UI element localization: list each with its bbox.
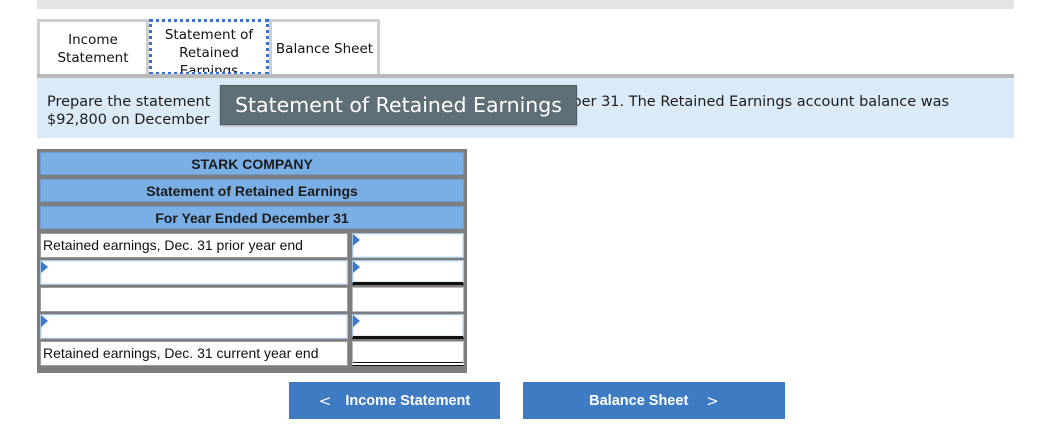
tab-balance-sheet-label: Balance Sheet — [275, 40, 374, 57]
dropdown-marker-icon — [353, 234, 360, 246]
table-row: Retained earnings, Dec. 31 current year … — [40, 341, 464, 366]
retained-earnings-statement: STARK COMPANY Statement of Retained Earn… — [37, 149, 467, 373]
company-name: STARK COMPANY — [40, 152, 464, 175]
top-bar — [37, 0, 1014, 9]
table-row — [40, 314, 464, 339]
next-button-label: Balance Sheet — [589, 392, 689, 409]
tab-tooltip: Statement of Retained Earnings — [220, 85, 577, 125]
dropdown-marker-icon — [41, 315, 48, 327]
instruction-line-1-start: Prepare the statement — [47, 94, 211, 110]
table-row — [40, 260, 464, 285]
tab-balance-sheet[interactable]: Balance Sheet — [269, 19, 380, 75]
label-select[interactable] — [40, 314, 348, 339]
chevron-left-icon: < — [318, 391, 332, 410]
prev-income-statement-button[interactable]: < Income Statement — [289, 382, 500, 419]
next-balance-sheet-button[interactable]: Balance Sheet > — [523, 382, 785, 419]
prev-button-label: Income Statement — [345, 392, 471, 409]
row-label: Retained earnings, Dec. 31 prior year en… — [40, 233, 348, 258]
dropdown-marker-icon — [353, 315, 360, 327]
label-select[interactable] — [40, 260, 348, 285]
amount-input[interactable] — [352, 233, 464, 258]
amount-field — [352, 287, 464, 312]
statement-title: Statement of Retained Earnings — [40, 179, 464, 202]
table-row — [40, 287, 464, 312]
instruction-line-1-end: ber 31. The Retained Earnings account ba… — [572, 94, 950, 110]
amount-input[interactable] — [352, 260, 464, 285]
amount-input[interactable] — [352, 314, 464, 339]
tab-retained-earnings-label: Statement of Retained Earnings — [164, 27, 254, 75]
amount-field — [352, 341, 464, 366]
chevron-right-icon: > — [706, 391, 719, 410]
tab-income-statement[interactable]: Income Statement — [37, 19, 149, 75]
dropdown-marker-icon — [41, 261, 48, 273]
tab-statement-of-retained-earnings[interactable]: Statement of Retained Earnings — [149, 19, 269, 75]
row-label: Retained earnings, Dec. 31 current year … — [40, 341, 348, 366]
table-row: Retained earnings, Dec. 31 prior year en… — [40, 233, 464, 258]
tab-income-statement-label: Income Statement — [57, 31, 129, 66]
row-label — [40, 287, 348, 312]
statement-period: For Year Ended December 31 — [40, 206, 464, 229]
dropdown-marker-icon — [353, 261, 360, 273]
